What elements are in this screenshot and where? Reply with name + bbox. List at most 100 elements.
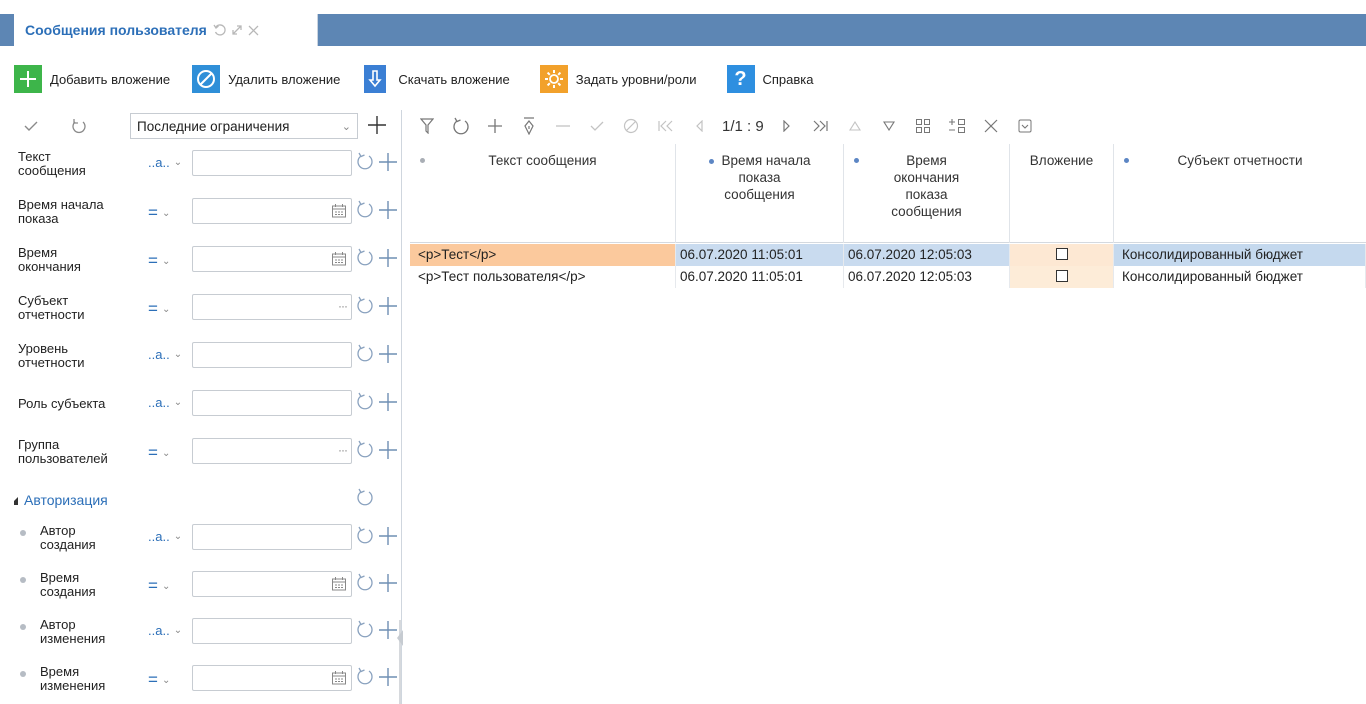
calendar-icon[interactable] [331, 670, 347, 689]
expand-icon[interactable] [230, 23, 244, 37]
operator-select[interactable]: = ⌄ [148, 299, 170, 319]
cell-end-time[interactable]: 06.07.2020 12:05:03 [844, 266, 1010, 288]
set-levels-roles-button[interactable]: Задать уровни/роли [539, 65, 697, 93]
operator-select[interactable]: ..a.. ⌄ [148, 347, 182, 362]
operator-select[interactable]: = ⌄ [148, 203, 170, 223]
authorization-section[interactable]: Авторизация [14, 482, 401, 516]
apply-filter-icon[interactable] [14, 119, 48, 133]
ellipsis-icon[interactable]: ··· [338, 443, 348, 457]
add-condition-icon[interactable] [378, 392, 398, 415]
cell-attachment[interactable] [1010, 244, 1114, 266]
refresh-icon[interactable] [356, 573, 374, 594]
add-condition-icon[interactable] [378, 200, 398, 223]
refresh-icon[interactable] [356, 200, 374, 221]
operator-select[interactable]: ..a.. ⌄ [148, 395, 182, 410]
section-refresh-icon[interactable] [356, 488, 374, 509]
filter-value-input[interactable] [192, 665, 352, 691]
operator-select[interactable]: ..a.. ⌄ [148, 155, 182, 170]
operator-select[interactable]: = ⌄ [148, 443, 170, 463]
column-header-text[interactable]: Текст сообщения [410, 144, 676, 243]
refresh-icon[interactable] [356, 667, 374, 688]
add-condition-icon[interactable] [378, 440, 398, 463]
refresh-icon[interactable] [356, 248, 374, 269]
close-icon[interactable] [247, 24, 260, 37]
add-attachment-button[interactable]: Добавить вложение [14, 65, 170, 93]
cell-attachment[interactable] [1010, 266, 1114, 288]
column-header-end-time[interactable]: Время окончания показа сообщения [844, 144, 1010, 243]
add-condition-icon[interactable] [378, 667, 398, 690]
cell-start-time[interactable]: 06.07.2020 11:05:01 [676, 244, 844, 266]
panel-splitter[interactable] [397, 630, 403, 646]
refresh-icon[interactable] [356, 392, 374, 413]
cell-start-time[interactable]: 06.07.2020 11:05:01 [676, 266, 844, 288]
calendar-icon[interactable] [331, 576, 347, 595]
filter-value-input[interactable] [192, 571, 352, 597]
refresh-icon[interactable] [356, 296, 374, 317]
collapse-triangle-icon[interactable] [14, 493, 18, 508]
column-header-subject[interactable]: Субъект отчетности [1114, 144, 1366, 243]
move-down-icon[interactable] [872, 110, 906, 142]
column-header-attachment[interactable]: Вложение [1010, 144, 1114, 243]
refresh-icon[interactable] [356, 152, 374, 173]
refresh-icon[interactable] [444, 110, 478, 142]
filter-value-input[interactable] [192, 342, 352, 368]
save-check-icon[interactable] [580, 110, 614, 142]
add-condition-icon[interactable] [378, 344, 398, 367]
download-attachment-button[interactable]: Скачать вложение [364, 65, 510, 93]
attachment-checkbox[interactable] [1055, 270, 1068, 283]
calendar-icon[interactable] [331, 203, 347, 222]
refresh-icon[interactable] [356, 440, 374, 461]
operator-select[interactable]: ..a.. ⌄ [148, 623, 182, 638]
first-page-icon[interactable] [648, 110, 682, 142]
add-row-icon[interactable] [478, 110, 512, 142]
add-preset-icon[interactable] [366, 114, 388, 139]
move-up-icon[interactable] [838, 110, 872, 142]
next-page-icon[interactable] [770, 110, 804, 142]
cell-subject[interactable]: Консолидированный бюджет [1114, 244, 1366, 266]
attachment-checkbox[interactable] [1055, 248, 1068, 261]
help-button[interactable]: ? Справка [726, 65, 814, 93]
cell-subject[interactable]: Консолидированный бюджет [1114, 266, 1366, 288]
clear-x-icon[interactable] [974, 110, 1008, 142]
table-row[interactable]: <p>Тест</p> 06.07.2020 11:05:01 06.07.20… [410, 244, 1366, 266]
operator-select[interactable]: = ⌄ [148, 576, 170, 596]
filter-preset-select[interactable]: Последние ограничения ⌄ [130, 113, 358, 139]
filter-value-input[interactable] [192, 246, 352, 272]
add-condition-icon[interactable] [378, 248, 398, 271]
refresh-icon[interactable] [356, 344, 374, 365]
filter-value-input[interactable]: ··· [192, 294, 352, 320]
filter-value-input[interactable] [192, 524, 352, 550]
column-header-start-time[interactable]: Время начала показа сообщения [676, 144, 844, 243]
filter-value-input[interactable] [192, 618, 352, 644]
add-condition-icon[interactable] [378, 620, 398, 643]
cell-text[interactable]: <p>Тест</p> [410, 244, 676, 266]
cancel-icon[interactable] [614, 110, 648, 142]
prev-page-icon[interactable] [682, 110, 716, 142]
refresh-icon[interactable] [356, 526, 374, 547]
columns-icon[interactable] [906, 110, 940, 142]
add-condition-icon[interactable] [378, 526, 398, 549]
filter-value-input[interactable] [192, 198, 352, 224]
filter-value-input[interactable] [192, 390, 352, 416]
tab-user-messages[interactable]: Сообщения пользователя [14, 14, 318, 46]
table-row[interactable]: <p>Тест пользователя</p> 06.07.2020 11:0… [410, 266, 1366, 288]
operator-select[interactable]: = ⌄ [148, 251, 170, 271]
calendar-icon[interactable] [331, 251, 347, 270]
filter-value-input[interactable]: ··· [192, 438, 352, 464]
filter-icon[interactable] [410, 110, 444, 142]
refresh-icon[interactable] [356, 620, 374, 641]
delete-row-icon[interactable] [546, 110, 580, 142]
add-condition-icon[interactable] [378, 296, 398, 319]
last-page-icon[interactable] [804, 110, 838, 142]
add-condition-icon[interactable] [378, 573, 398, 596]
operator-select[interactable]: = ⌄ [148, 670, 170, 690]
filter-value-input[interactable] [192, 150, 352, 176]
ellipsis-icon[interactable]: ··· [338, 299, 348, 313]
cell-text[interactable]: <p>Тест пользователя</p> [410, 266, 676, 288]
edit-pen-icon[interactable] [512, 110, 546, 142]
reset-filter-icon[interactable] [62, 118, 96, 134]
cell-end-time[interactable]: 06.07.2020 12:05:03 [844, 244, 1010, 266]
expand-collapse-icon[interactable] [940, 110, 974, 142]
operator-select[interactable]: ..a.. ⌄ [148, 529, 182, 544]
refresh-icon[interactable] [213, 23, 227, 37]
